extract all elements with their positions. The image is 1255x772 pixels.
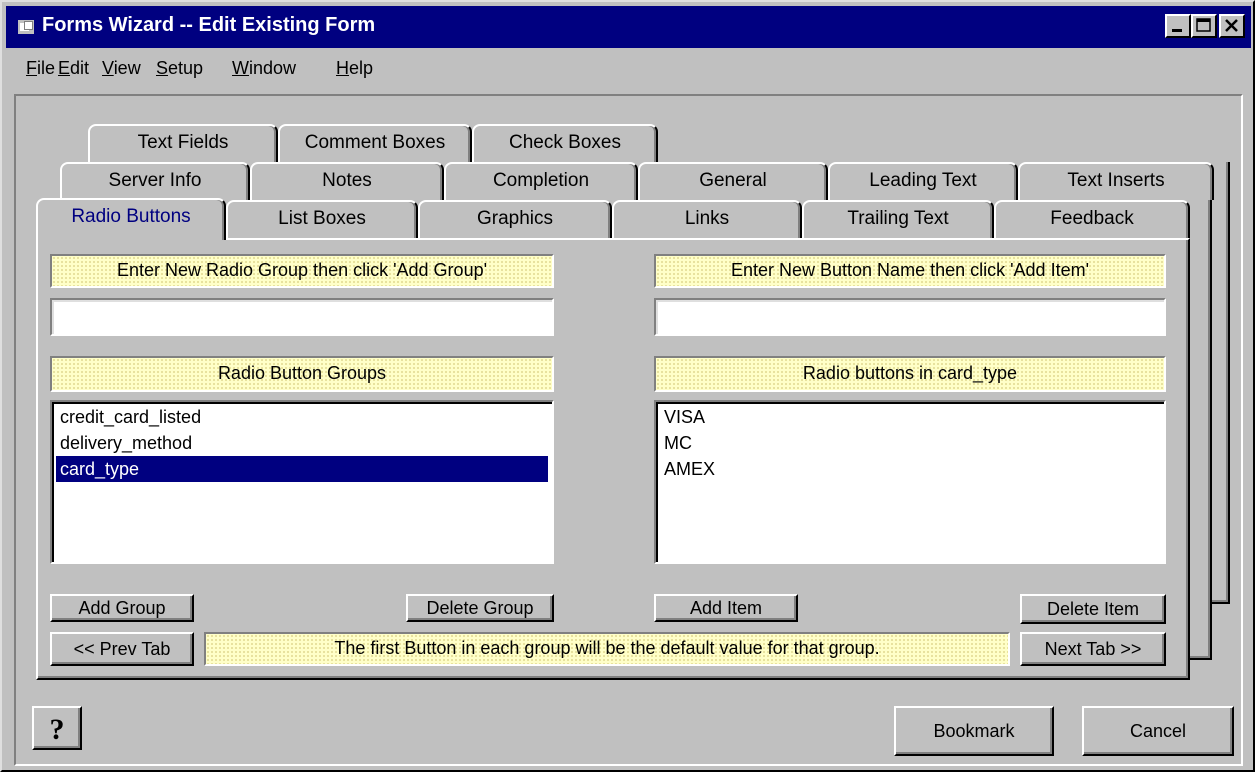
new-button-input[interactable]: [654, 298, 1166, 336]
question-icon: ?: [50, 713, 65, 746]
minimize-icon: [1172, 29, 1182, 32]
cancel-button[interactable]: Cancel: [1082, 706, 1234, 756]
maximize-button[interactable]: [1191, 14, 1217, 38]
close-icon: [1225, 19, 1238, 32]
tab-feedback[interactable]: Feedback: [994, 200, 1190, 238]
forms-wizard-window: Forms Wizard -- Edit Existing Form File …: [0, 0, 1255, 772]
tab-general[interactable]: General: [638, 162, 828, 200]
maximize-icon: [1196, 18, 1211, 32]
new-group-input[interactable]: [50, 298, 554, 336]
list-item[interactable]: MC: [660, 430, 1160, 456]
delete-group-label: Delete Group: [426, 598, 534, 618]
close-button[interactable]: [1219, 14, 1245, 38]
delete-item-button[interactable]: Delete Item: [1020, 594, 1166, 624]
tab-notes[interactable]: Notes: [250, 162, 444, 200]
add-group-button[interactable]: Add Group: [50, 594, 194, 622]
prev-tab-button[interactable]: << Prev Tab: [50, 632, 194, 666]
buttons-listbox[interactable]: VISA MC AMEX: [654, 400, 1166, 564]
menu-setup[interactable]: Setup: [156, 58, 203, 79]
delete-group-button[interactable]: Delete Group: [406, 594, 554, 622]
tab-links[interactable]: Links: [612, 200, 802, 238]
menu-bar: File Edit View Setup Window Help: [6, 50, 1251, 88]
delete-item-label: Delete Item: [1046, 599, 1140, 619]
menu-window[interactable]: Window: [232, 58, 296, 79]
tab-text-inserts[interactable]: Text Inserts: [1018, 162, 1214, 200]
list-item[interactable]: delivery_method: [56, 430, 548, 456]
menu-help[interactable]: Help: [336, 58, 373, 79]
bookmark-button[interactable]: Bookmark: [894, 706, 1054, 756]
tab-leading-text[interactable]: Leading Text: [828, 162, 1018, 200]
bookmark-label: Bookmark: [933, 721, 1015, 741]
svg-text:?: ?: [50, 713, 65, 746]
tab-text-fields[interactable]: Text Fields: [88, 124, 278, 162]
cancel-label: Cancel: [1129, 721, 1187, 741]
prev-tab-label: << Prev Tab: [73, 639, 171, 659]
button-prompt-label: Enter New Button Name then click 'Add It…: [654, 254, 1166, 288]
default-value-note: The first Button in each group will be t…: [204, 632, 1010, 666]
minimize-button[interactable]: [1165, 14, 1191, 38]
groups-listbox[interactable]: credit_card_listed delivery_method card_…: [50, 400, 554, 564]
title-bar[interactable]: Forms Wizard -- Edit Existing Form: [6, 6, 1251, 48]
tab-server-info[interactable]: Server Info: [60, 162, 250, 200]
menu-edit[interactable]: Edit: [58, 58, 89, 79]
add-group-label: Add Group: [78, 598, 166, 618]
group-prompt-label: Enter New Radio Group then click 'Add Gr…: [50, 254, 554, 288]
list-item[interactable]: VISA: [660, 404, 1160, 430]
list-item-selected[interactable]: card_type: [56, 456, 548, 482]
window-title: Forms Wizard -- Edit Existing Form: [42, 14, 376, 36]
tab-comment-boxes[interactable]: Comment Boxes: [278, 124, 472, 162]
tab-check-boxes[interactable]: Check Boxes: [472, 124, 658, 162]
tab-completion[interactable]: Completion: [444, 162, 638, 200]
groups-header: Radio Button Groups: [50, 356, 554, 392]
menu-file[interactable]: File: [26, 58, 55, 79]
buttons-header: Radio buttons in card_type: [654, 356, 1166, 392]
list-item[interactable]: AMEX: [660, 456, 1160, 482]
list-item[interactable]: credit_card_listed: [56, 404, 548, 430]
tab-radio-buttons[interactable]: Radio Buttons: [36, 198, 226, 240]
add-item-label: Add Item: [689, 598, 763, 618]
tab-trailing-text[interactable]: Trailing Text: [802, 200, 994, 238]
add-item-button[interactable]: Add Item: [654, 594, 798, 622]
tab-list-boxes[interactable]: List Boxes: [226, 200, 418, 238]
tab-graphics[interactable]: Graphics: [418, 200, 612, 238]
radio-buttons-panel: Enter New Radio Group then click 'Add Gr…: [36, 238, 1190, 680]
next-tab-label: Next Tab >>: [1044, 639, 1142, 659]
menu-view[interactable]: View: [102, 58, 141, 79]
app-icon: [18, 20, 34, 34]
help-button[interactable]: ?: [32, 706, 82, 750]
next-tab-button[interactable]: Next Tab >>: [1020, 632, 1166, 666]
